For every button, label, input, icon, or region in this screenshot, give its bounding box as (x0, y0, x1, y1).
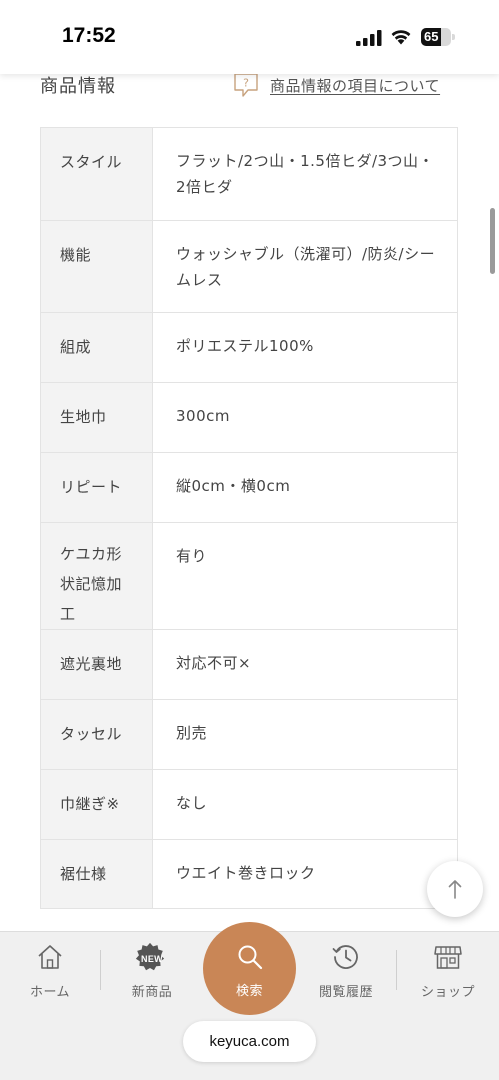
table-row: タッセル 別売 (40, 699, 458, 770)
product-info-help-link[interactable]: ? 商品情報の項目について (232, 72, 440, 98)
spec-value: ウエイト巻きロック (152, 839, 458, 909)
nav-shop[interactable]: ショップ (403, 942, 493, 1002)
svg-text:?: ? (243, 77, 249, 90)
table-row: スタイル フラット/2つ山・1.5倍ヒダ/3つ山・2倍ヒダ (40, 127, 458, 221)
new-badge-icon: NEW (135, 942, 169, 976)
spec-value: 縦0cm・横0cm (152, 452, 458, 523)
spec-value: なし (152, 769, 458, 840)
section-title: 商品情報 (40, 76, 116, 97)
new-badge-text: NEW (141, 954, 163, 964)
url-bar[interactable]: keyuca.com (183, 1021, 316, 1062)
battery-level: 65 (424, 29, 439, 44)
spec-label: 裾仕様 (40, 839, 153, 909)
nav-search-label: 検索 (235, 984, 263, 999)
nav-search-button[interactable]: 検索 (203, 922, 296, 1015)
table-row: 裾仕様 ウエイト巻きロック (40, 839, 458, 909)
search-icon (238, 945, 262, 970)
spec-label: 機能 (40, 220, 153, 313)
spec-value: 別売 (152, 699, 458, 770)
table-row: ケユカ形状記憶加工 有り (40, 522, 458, 630)
home-icon (38, 945, 62, 969)
nav-history[interactable]: 閲覧履歴 (301, 942, 391, 1002)
spec-label: ケユカ形状記憶加工 (40, 522, 153, 630)
nav-new-items-label: 新商品 (131, 985, 173, 1000)
spec-label: 組成 (40, 312, 153, 383)
spec-value: フラット/2つ山・1.5倍ヒダ/3つ山・2倍ヒダ (176, 152, 435, 196)
history-icon (332, 945, 358, 969)
spec-label: スタイル (40, 127, 153, 221)
table-row: 組成 ポリエステル100% (40, 312, 458, 383)
table-row: 生地巾 300cm (40, 382, 458, 453)
spec-label: タッセル (40, 699, 153, 770)
spec-label: リピート (40, 452, 153, 523)
signal-icon (356, 30, 382, 46)
spec-value: 有り (152, 522, 458, 630)
status-bar: 17:52 65 (0, 0, 499, 74)
product-info-help-label: 商品情報の項目について (270, 76, 441, 95)
battery-icon: 65 (421, 28, 455, 46)
spec-value: ポリエステル100% (152, 312, 458, 383)
spec-value: 300cm (152, 382, 458, 453)
spec-table: スタイル フラット/2つ山・1.5倍ヒダ/3つ山・2倍ヒダ 機能 ウォッシャブル… (40, 127, 458, 909)
scrollbar-thumb[interactable] (490, 208, 495, 274)
spec-label: 巾継ぎ※ (40, 769, 153, 840)
status-time: 17:52 (62, 24, 116, 47)
back-to-top-button[interactable] (427, 861, 483, 917)
spec-label: 遮光裏地 (40, 629, 153, 700)
shop-icon (434, 946, 462, 969)
table-row: 機能 ウォッシャブル（洗濯可）/防炎/シームレス (40, 220, 458, 313)
table-row: リピート 縦0cm・横0cm (40, 452, 458, 523)
nav-home-label: ホーム (29, 985, 71, 1000)
spec-value: 対応不可× (152, 629, 458, 700)
table-row: 遮光裏地 対応不可× (40, 629, 458, 700)
nav-history-label: 閲覧履歴 (318, 985, 373, 1000)
question-bubble-icon: ? (234, 73, 258, 97)
nav-new-items[interactable]: NEW 新商品 (107, 942, 197, 1002)
spec-value: ウォッシャブル（洗濯可）/防炎/シームレス (152, 220, 458, 313)
nav-shop-label: ショップ (420, 985, 475, 1000)
nav-home[interactable]: ホーム (5, 942, 95, 1002)
spec-label: 生地巾 (40, 382, 153, 453)
wifi-icon (391, 30, 411, 45)
table-row: 巾継ぎ※ なし (40, 769, 458, 840)
arrow-up-icon (448, 880, 462, 899)
